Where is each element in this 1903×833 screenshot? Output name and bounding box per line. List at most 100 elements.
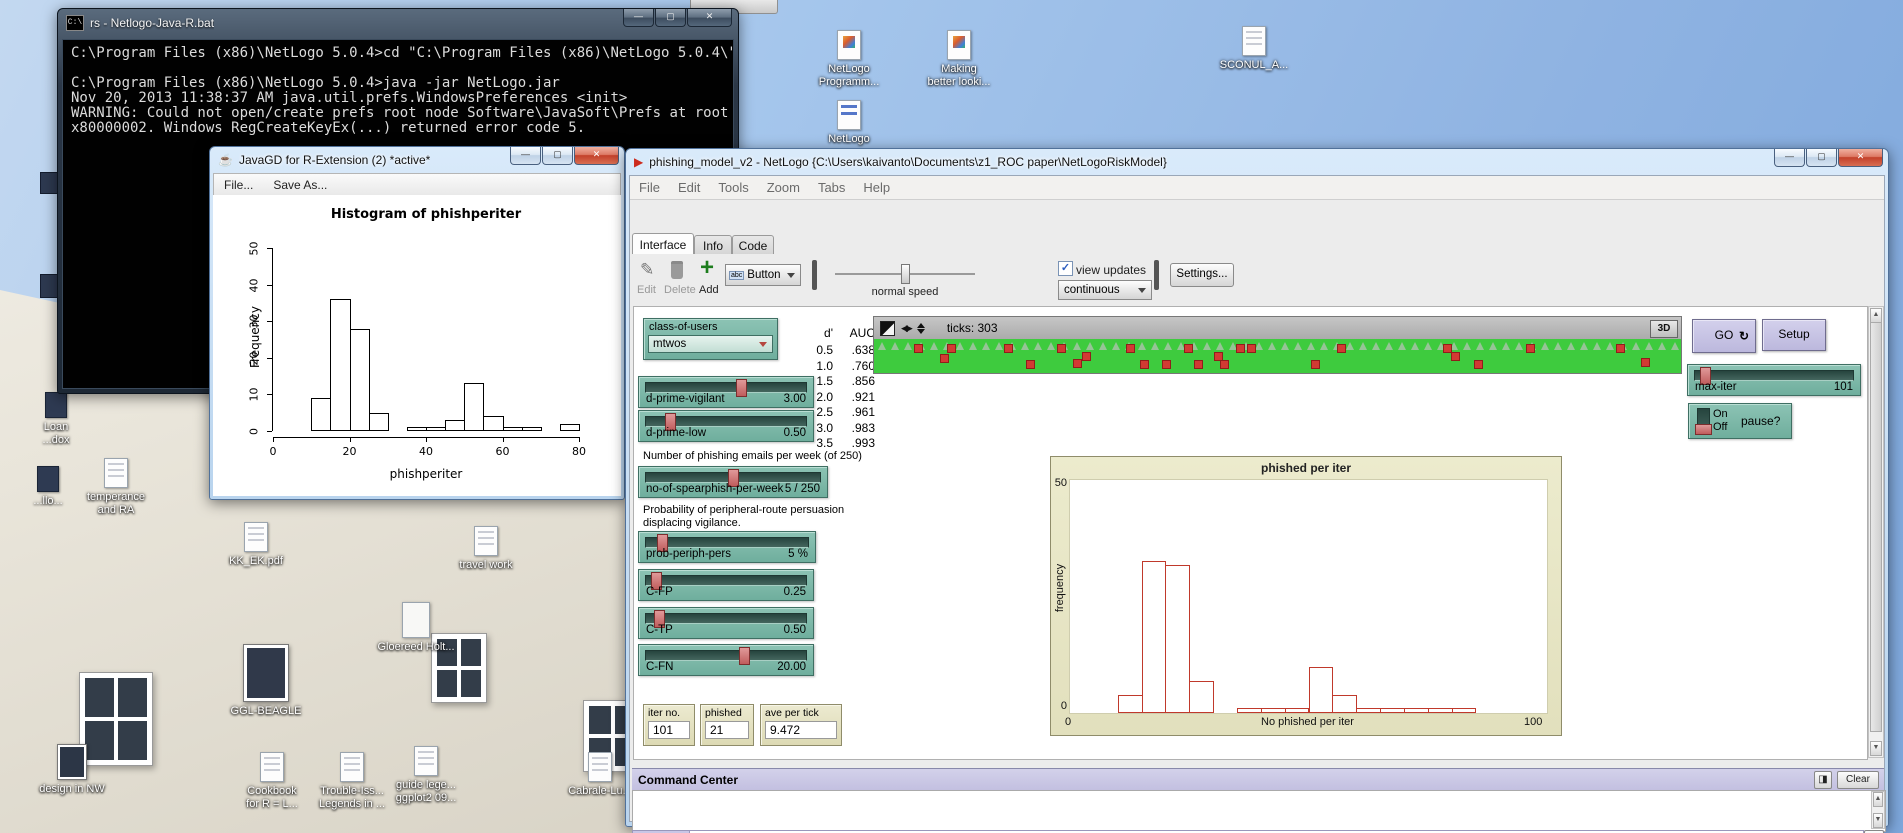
close-button[interactable]: ✕: [574, 147, 619, 165]
settings-button[interactable]: Settings...: [1170, 263, 1234, 287]
ticks-counter: ticks: 303: [947, 321, 998, 335]
view-updates-checkbox[interactable]: ✓: [1058, 261, 1073, 276]
chooser-select[interactable]: mtwos: [648, 335, 773, 353]
vertical-cycle-icon[interactable]: [917, 323, 925, 334]
r-plot-ylabel: Frequency: [248, 297, 262, 377]
setup-button[interactable]: Setup: [1762, 319, 1826, 351]
speed-slider-thumb[interactable]: [901, 264, 910, 284]
minimize-button[interactable]: —: [510, 147, 541, 165]
menu-help[interactable]: Help: [854, 180, 899, 195]
desktop-icon[interactable]: temperanceand RA: [72, 458, 160, 517]
scroll-down-arrow[interactable]: ▼: [1870, 741, 1882, 756]
menu-tools[interactable]: Tools: [709, 180, 757, 195]
desktop-icon[interactable]: Loan...dox: [12, 392, 100, 447]
switch-pause[interactable]: OnOffpause?: [1688, 403, 1792, 439]
desktop-icon[interactable]: Makingbetter looki...: [915, 30, 1003, 89]
phished-agent: [1140, 360, 1149, 369]
r-plot-y-tick-label: 50: [248, 242, 261, 256]
desktop-icon[interactable]: NetLogo: [805, 100, 893, 146]
3d-button[interactable]: 3D: [1650, 320, 1678, 338]
settings-button-label: Settings...: [1176, 268, 1227, 280]
slider-C-FP[interactable]: C-FP0.25: [638, 569, 814, 601]
phished-agent: [1236, 344, 1245, 353]
desktop-icon[interactable]: NetLogoProgramm...: [805, 30, 893, 89]
phished-agent: [1057, 344, 1066, 353]
file-icon: [588, 752, 612, 782]
close-button[interactable]: ✕: [1838, 149, 1883, 167]
switch-handle[interactable]: [1695, 424, 1712, 435]
minimize-button[interactable]: —: [1774, 149, 1805, 167]
slider-track[interactable]: [645, 575, 807, 586]
slider-track[interactable]: [645, 613, 807, 624]
horizontal-cycle-icon[interactable]: ◀▶: [901, 323, 911, 334]
turtle-agent: [1151, 342, 1159, 350]
scroll-down-arrow[interactable]: ▼: [1873, 813, 1883, 828]
desktop-icon[interactable]: design in NW: [28, 744, 116, 796]
minimize-button[interactable]: —: [623, 9, 654, 27]
go-button[interactable]: GO↻: [1692, 319, 1756, 353]
desktop-icon[interactable]: KK_EK.pdf: [212, 522, 300, 568]
resize-world-icon[interactable]: [880, 321, 895, 336]
slider-no-of-spearphish-per-week[interactable]: no-of-spearphish-per-week5 / 250: [638, 466, 828, 498]
desktop-icon[interactable]: SCONUL_A...: [1210, 26, 1298, 72]
javagd-window[interactable]: ☕ JavaGD for R-Extension (2) *active* — …: [209, 146, 625, 500]
world-canvas[interactable]: [874, 339, 1681, 373]
monitor-iter-no-: iter no.101: [643, 704, 695, 746]
plot-phished-per-iter[interactable]: phished per iterfrequency5000100No phish…: [1050, 456, 1562, 736]
add-icon[interactable]: +: [700, 254, 714, 282]
desktop-icon[interactable]: GGL-BEAGLE: [222, 644, 310, 718]
turtle-agent: [1580, 342, 1588, 350]
scroll-up-arrow[interactable]: ▲: [1870, 308, 1882, 323]
netlogo-window[interactable]: ▶ phishing_model_v2 - NetLogo {C:\Users\…: [625, 148, 1889, 827]
menu-file[interactable]: File: [630, 180, 669, 195]
slider-track[interactable]: [1694, 370, 1854, 381]
widget-type-dropdown[interactable]: abc Button: [725, 264, 801, 286]
turtle-agent: [891, 342, 899, 350]
output-scrollbar[interactable]: ▲ ▼: [1871, 791, 1885, 829]
slider-track[interactable]: [645, 537, 809, 548]
phished-agent: [1311, 360, 1320, 369]
command-center-output[interactable]: ▲ ▼: [632, 790, 1886, 832]
maximize-button[interactable]: ▢: [542, 147, 573, 165]
pencil-icon[interactable]: ✎: [640, 260, 654, 280]
menu-zoom[interactable]: Zoom: [758, 180, 809, 195]
slider-C-FN[interactable]: C-FN20.00: [638, 644, 814, 676]
chooser-class-of-users[interactable]: class-of-usersmtwos: [643, 318, 778, 360]
desktop-icon-label: NetLogoProgramm...: [805, 63, 893, 89]
close-button[interactable]: ✕: [687, 9, 732, 27]
desktop-icon-small[interactable]: [40, 172, 58, 194]
desktop-icon[interactable]: travel work: [442, 526, 530, 572]
split-view-icon[interactable]: ◨: [1814, 771, 1832, 789]
clear-button[interactable]: Clear: [1837, 771, 1879, 789]
menu-tabs[interactable]: Tabs: [809, 180, 854, 195]
world-view[interactable]: ◀▶ ticks: 303 3D: [873, 316, 1682, 374]
vertical-scrollbar[interactable]: ▲ ▼: [1868, 306, 1884, 758]
command-center-header[interactable]: Command Center ◨ Clear: [632, 768, 1884, 791]
slider-name: C-FN: [646, 661, 673, 673]
maximize-button[interactable]: ▢: [655, 9, 686, 27]
trash-icon[interactable]: [671, 261, 683, 279]
desktop-icon-small[interactable]: [40, 274, 58, 298]
desktop: NetLogoProgramm... Makingbetter looki... S…: [0, 0, 1903, 833]
slider-track[interactable]: [645, 382, 807, 393]
desktop-icon[interactable]: Gloereed Holt...: [372, 602, 460, 654]
desktop-icon[interactable]: Cookbookfor R = L...: [228, 752, 316, 811]
netlogo-titlebar[interactable]: ▶ phishing_model_v2 - NetLogo {C:\Users\…: [626, 149, 1888, 175]
scroll-up-arrow[interactable]: ▲: [1873, 792, 1883, 807]
slider-max-iter[interactable]: max-iter101: [1687, 364, 1861, 396]
scroll-thumb[interactable]: [1870, 322, 1882, 732]
update-mode-dropdown[interactable]: continuous: [1058, 280, 1152, 300]
phished-agent: [1451, 352, 1460, 361]
r-plot-y-tick: [267, 394, 272, 395]
menu-item[interactable]: Save As...: [263, 178, 337, 192]
slider-C-TP[interactable]: C-TP0.50: [638, 607, 814, 639]
desktop-icon[interactable]: guide lege...ggplot2 09...: [382, 746, 470, 805]
menu-edit[interactable]: Edit: [669, 180, 709, 195]
menu-item[interactable]: File...: [214, 178, 263, 192]
maximize-button[interactable]: ▢: [1806, 149, 1837, 167]
auc-cell-auc: .638: [837, 343, 875, 357]
slider-d-prime-vigilant[interactable]: d-prime-vigilant3.00: [638, 376, 814, 408]
slider-d-prime-low[interactable]: d-prime-low0.50: [638, 410, 814, 442]
slider-track[interactable]: [645, 650, 807, 661]
slider-prob-periph-pers[interactable]: prob-periph-pers5 %: [638, 531, 816, 563]
